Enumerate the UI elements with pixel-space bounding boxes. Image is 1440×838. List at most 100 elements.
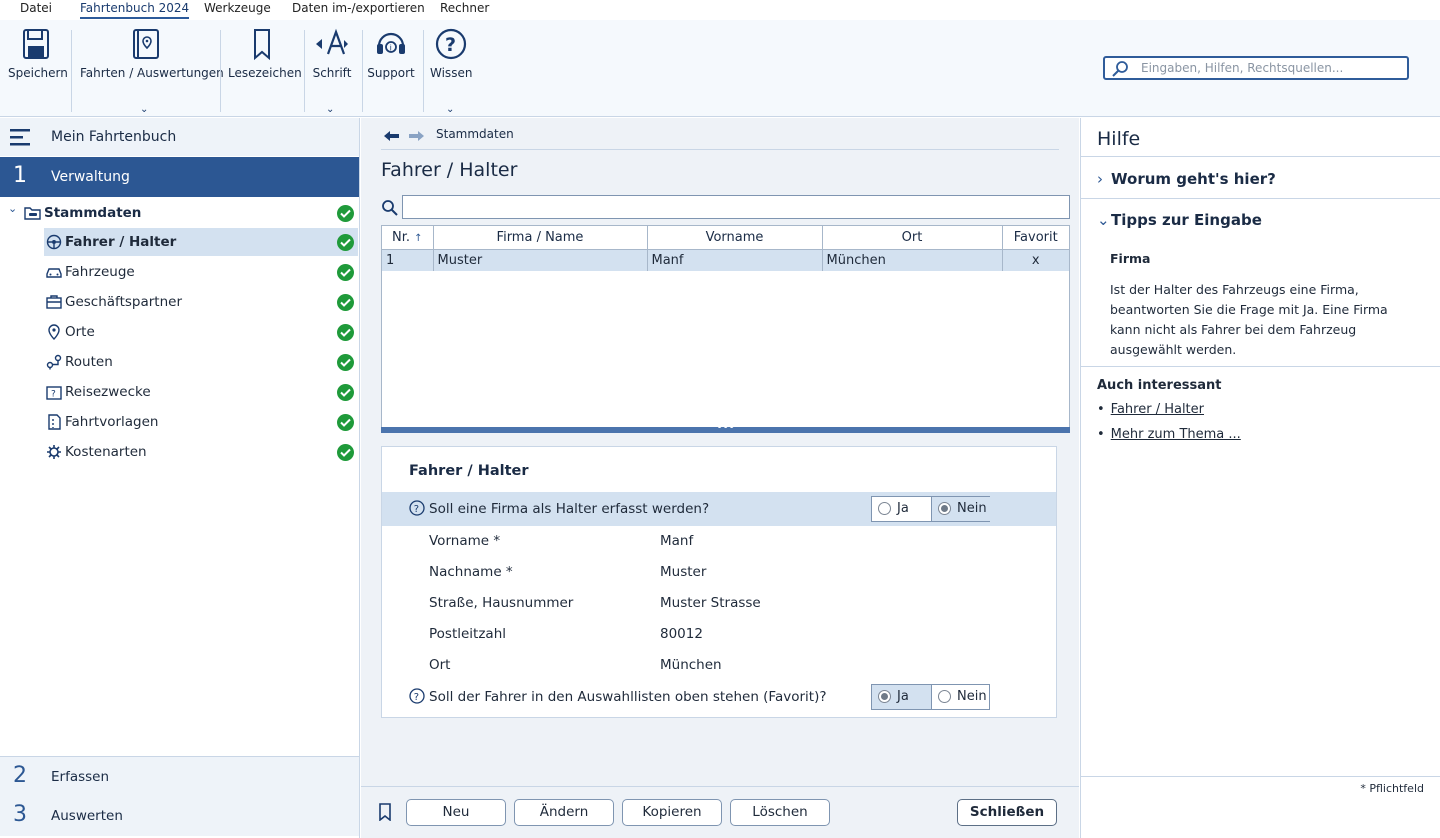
check-icon [337, 444, 354, 461]
sidebar-item-label: Kostenarten [65, 444, 147, 460]
bookmarks-button[interactable]: Lesezeichen [228, 26, 302, 80]
copy-button[interactable]: Kopieren [622, 799, 722, 826]
firma-option-ja[interactable]: Ja [872, 497, 931, 521]
sidebar-item-fahrtvorlagen[interactable]: Fahrtvorlagen [44, 408, 358, 436]
menu-fahrtenbuch[interactable]: Fahrtenbuch 2024 [80, 1, 190, 19]
favorit-option-ja[interactable]: Ja [872, 685, 931, 709]
favorit-option-nein[interactable]: Nein [931, 685, 990, 709]
trips-button[interactable]: Fahrten / Auswertungen [80, 26, 224, 80]
accordion-worum[interactable]: › Worum geht's hier? [1097, 170, 1276, 188]
field-value[interactable]: Muster Strasse [660, 595, 761, 611]
delete-button[interactable]: Löschen [730, 799, 830, 826]
cell-ort: München [822, 249, 1003, 271]
menu-werkzeuge[interactable]: Werkzeuge [204, 1, 271, 15]
font-label: Schrift [312, 66, 352, 80]
search-box[interactable]: Eingaben, Hilfen, Rechtsquellen... [1103, 56, 1409, 80]
help-link-fahrer-halter[interactable]: Fahrer / Halter [1111, 402, 1204, 417]
search-input[interactable]: Eingaben, Hilfen, Rechtsquellen... [1141, 61, 1343, 75]
help-circle-icon[interactable]: ? [409, 688, 425, 704]
field-label: Nachname * [429, 564, 513, 580]
section-number: 2 [13, 763, 27, 788]
font-button[interactable]: Schrift [312, 26, 352, 80]
ribbon-divider [304, 30, 305, 112]
section-label: Auswerten [51, 808, 123, 824]
svg-text:?: ? [414, 504, 419, 515]
new-button[interactable]: Neu [406, 799, 506, 826]
briefcase-icon [46, 295, 62, 309]
accordion-tipps[interactable]: ⌄Tipps zur Eingabe [1097, 211, 1262, 229]
sidebar-item-geschaeftspartner[interactable]: Geschäftspartner [44, 288, 358, 316]
edit-button[interactable]: Ändern [514, 799, 614, 826]
breadcrumb-label[interactable]: Stammdaten [436, 127, 514, 141]
menu-icon[interactable] [10, 127, 34, 147]
field-label: Ort [429, 657, 451, 673]
help-circle-icon[interactable]: ? [409, 500, 425, 516]
required-note: * Pflichtfeld [1360, 782, 1424, 795]
chevron-down-icon[interactable]: ⌄ [446, 104, 454, 115]
sidebar-item-label: Fahrzeuge [65, 264, 135, 280]
column-header-favorit[interactable]: Favorit [1002, 226, 1069, 250]
menu-datei[interactable]: Datei [20, 1, 52, 15]
field-value[interactable]: München [660, 657, 722, 673]
sidebar-item-label: Routen [65, 354, 113, 370]
question-firma-row: ? Soll eine Firma als Halter erfasst wer… [382, 492, 1056, 526]
column-header-vorname[interactable]: Vorname [647, 226, 823, 250]
nav-header[interactable]: Mein Fahrtenbuch [0, 118, 359, 156]
menu-rechner[interactable]: Rechner [440, 1, 489, 15]
support-button[interactable]: i Support [367, 26, 415, 80]
detail-form: Fahrer / Halter ? Soll eine Firma als Ha… [381, 446, 1057, 718]
firma-option-nein[interactable]: Nein [931, 497, 990, 521]
knowledge-button[interactable]: ? Wissen [430, 26, 472, 80]
chevron-down-icon[interactable]: ⌄ [326, 104, 334, 115]
breadcrumb: Stammdaten [381, 124, 1059, 150]
nav-section-auswerten[interactable]: 3 Auswerten [0, 796, 359, 836]
cell-nr: 1 [382, 249, 434, 271]
help-text: Ist der Halter des Fahrzeugs eine Firma,… [1110, 282, 1388, 357]
radio-button[interactable] [878, 502, 891, 515]
back-arrow-icon[interactable] [384, 130, 400, 142]
nav-section-verwaltung[interactable]: 1 Verwaltung [0, 157, 359, 197]
ribbon: Speichern Fahrten / Auswertungen ⌄ Lesez… [0, 20, 1440, 117]
splitter-handle[interactable]: ••• [381, 420, 1070, 434]
check-icon [337, 234, 354, 251]
column-header-firma[interactable]: Firma / Name [433, 226, 648, 250]
table-row[interactable]: 1 Muster Manf München x [382, 249, 1069, 271]
drag-handle-icon[interactable]: ••• [716, 420, 735, 434]
field-ort: Ort München [429, 657, 1029, 677]
filter-bar [381, 195, 1070, 221]
sidebar-item-fahrer-halter[interactable]: Fahrer / Halter [44, 228, 358, 256]
section-number: 1 [13, 163, 27, 188]
question-firma-label: Soll eine Firma als Halter erfasst werde… [429, 501, 710, 517]
field-value[interactable]: 80012 [660, 626, 703, 642]
cell-firma: Muster [433, 249, 648, 271]
help-link-item: • Mehr zum Thema ... [1097, 427, 1241, 442]
radio-button[interactable] [938, 502, 951, 515]
sidebar-item-kostenarten[interactable]: Kostenarten [44, 438, 358, 466]
close-button[interactable]: Schließen [957, 799, 1057, 826]
nav-section-erfassen[interactable]: 2 Erfassen [0, 756, 359, 796]
column-header-nr[interactable]: Nr. ↑ [382, 226, 434, 250]
chevron-down-icon[interactable]: ⌄ [140, 104, 148, 115]
help-link-mehr[interactable]: Mehr zum Thema ... [1111, 427, 1241, 442]
bookmark-icon[interactable] [379, 803, 391, 821]
ribbon-divider [423, 30, 424, 112]
sidebar-item-orte[interactable]: Orte [44, 318, 358, 346]
radio-button[interactable] [938, 690, 951, 703]
menu-daten[interactable]: Daten im-/exportieren [292, 1, 425, 15]
filter-input[interactable] [402, 195, 1070, 219]
forward-arrow-icon[interactable] [408, 130, 424, 142]
sidebar-item-fahrzeuge[interactable]: Fahrzeuge [44, 258, 358, 286]
chevron-down-icon[interactable]: ⌄ [8, 202, 17, 215]
book-map-icon [133, 29, 159, 59]
sidebar-item-routen[interactable]: Routen [44, 348, 358, 376]
also-interesting-heading: Auch interessant [1097, 378, 1222, 393]
column-header-ort[interactable]: Ort [822, 226, 1003, 250]
sidebar-item-reisezwecke[interactable]: ? Reisezwecke [44, 378, 358, 406]
save-button[interactable]: Speichern [8, 26, 68, 80]
chevron-down-icon: ⌄ [1097, 211, 1110, 229]
field-value[interactable]: Muster [660, 564, 706, 580]
section-label: Verwaltung [51, 169, 130, 185]
radio-button[interactable] [878, 690, 891, 703]
field-value[interactable]: Manf [660, 533, 693, 549]
tree-stammdaten[interactable]: ⌄ Stammdaten [0, 202, 359, 226]
